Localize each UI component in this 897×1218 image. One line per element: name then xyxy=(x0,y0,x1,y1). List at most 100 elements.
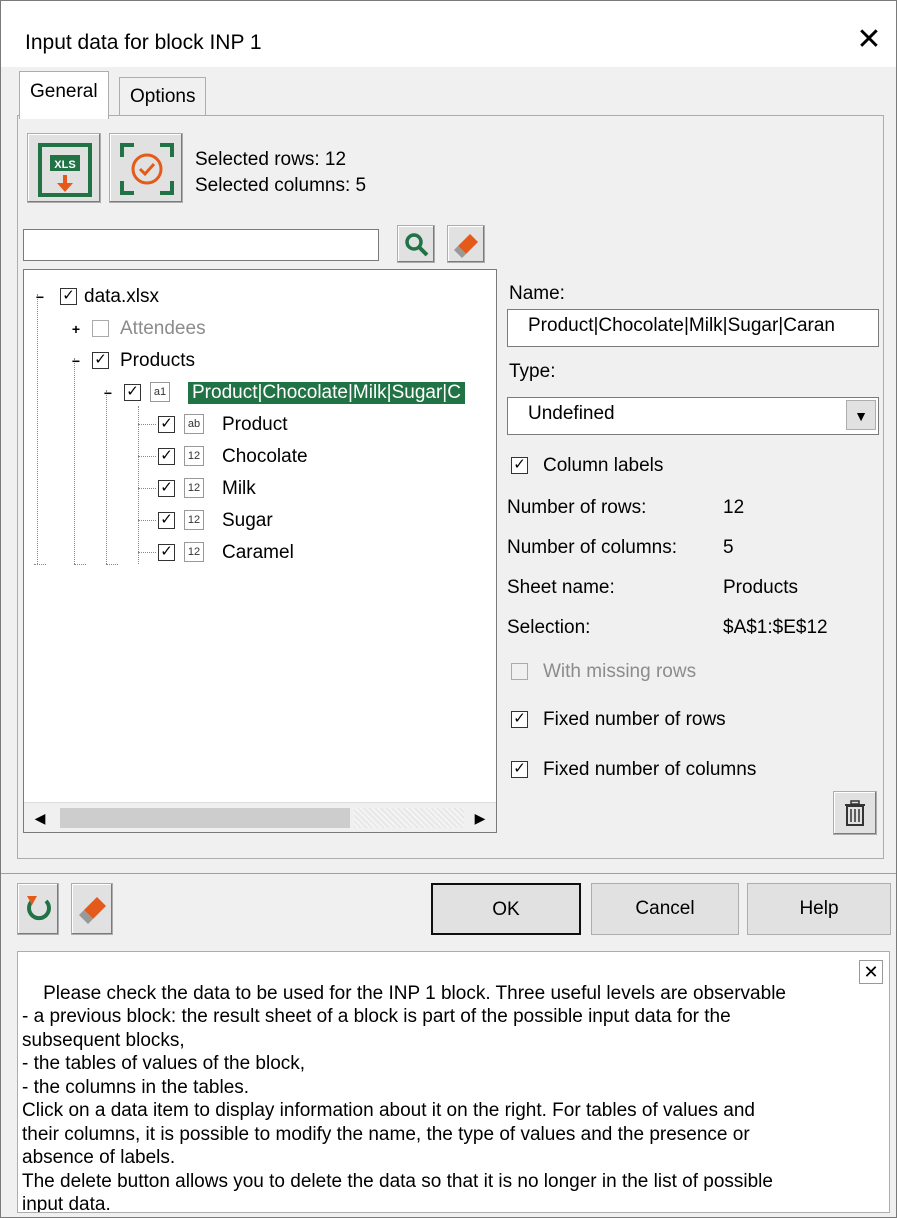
clear-search-button[interactable] xyxy=(447,225,485,263)
chevron-down-icon[interactable]: ▼ xyxy=(846,400,876,430)
numeric-type-icon: 12 xyxy=(184,510,204,530)
tree-item-label: Milk xyxy=(222,478,256,499)
tree-item-label: data.xlsx xyxy=(84,286,159,307)
numeric-type-icon: 12 xyxy=(184,542,204,562)
type-selected-value: Undefined xyxy=(528,403,615,424)
root-checkbox[interactable]: ✓ xyxy=(60,288,77,305)
eraser-icon xyxy=(454,234,478,258)
sheet-name-label: Sheet name: xyxy=(507,577,615,598)
selection-label: Selection: xyxy=(507,617,591,638)
column-checkbox[interactable]: ✓ xyxy=(158,416,175,433)
name-input[interactable]: Product|Chocolate|Milk|Sugar|Caran xyxy=(507,309,879,347)
columns-label: Number of columns: xyxy=(507,537,678,558)
tree-item-table[interactable]: − ✓ a1 Product|Chocolate|Milk|Sugar|C xyxy=(24,380,494,410)
scrollbar-track[interactable] xyxy=(354,808,464,828)
eraser-icon xyxy=(79,897,106,924)
tree-item-label: Attendees xyxy=(120,318,206,339)
attendees-checkbox[interactable] xyxy=(92,320,109,337)
column-checkbox[interactable]: ✓ xyxy=(158,448,175,465)
import-excel-button[interactable]: XLS xyxy=(27,133,101,203)
text-type-icon: ab xyxy=(184,414,204,434)
tree-item-column[interactable]: ✓ 12 Caramel xyxy=(24,540,494,570)
tree-guide xyxy=(138,456,156,457)
collapse-icon[interactable]: − xyxy=(102,386,114,400)
refresh-icon xyxy=(27,896,51,921)
tab-options[interactable]: Options xyxy=(119,77,207,115)
fixed-rows-text: Fixed number of rows xyxy=(543,709,726,730)
selected-rows-text: Selected rows: 12 xyxy=(195,149,347,170)
search-icon xyxy=(405,233,429,257)
close-icon[interactable]: ✕ xyxy=(852,23,886,57)
collapse-icon[interactable]: − xyxy=(34,290,46,304)
select-data-button[interactable] xyxy=(109,133,183,203)
tree-guide xyxy=(138,488,156,489)
search-button[interactable] xyxy=(397,225,435,263)
title-bar: Input data for block INP 1 ✕ xyxy=(1,1,896,67)
column-checkbox[interactable]: ✓ xyxy=(158,480,175,497)
tree-item-label: Products xyxy=(120,350,195,371)
tree-guide xyxy=(138,552,156,553)
type-select[interactable]: Undefined ▼ xyxy=(507,397,879,435)
numeric-type-icon: 12 xyxy=(184,446,204,466)
data-tree[interactable]: − ✓ data.xlsx + Attendees − ✓ Products −… xyxy=(23,269,497,833)
missing-rows-checkbox[interactable] xyxy=(511,663,528,680)
excel-import-icon: XLS xyxy=(38,143,92,197)
trash-icon xyxy=(845,800,865,826)
reset-button[interactable] xyxy=(17,883,59,935)
type-label: Type: xyxy=(509,361,556,382)
fixed-columns-checkbox[interactable]: ✓ xyxy=(511,761,528,778)
tree-item-column[interactable]: ✓ 12 Chocolate xyxy=(24,444,494,474)
svg-text:XLS: XLS xyxy=(54,159,75,171)
tree-item-column[interactable]: ✓ 12 Sugar xyxy=(24,508,494,538)
delete-button[interactable] xyxy=(833,791,877,835)
search-input[interactable] xyxy=(23,229,379,261)
column-labels-text: Column labels xyxy=(543,455,664,476)
tree-item-column[interactable]: ✓ 12 Milk xyxy=(24,476,494,506)
numeric-type-icon: 12 xyxy=(184,478,204,498)
expand-icon[interactable]: + xyxy=(70,322,82,336)
tree-item-label: Caramel xyxy=(222,542,294,563)
column-labels-checkbox[interactable]: ✓ xyxy=(511,457,528,474)
tree-item-attendees[interactable]: + Attendees xyxy=(24,316,494,346)
tree-item-label: Chocolate xyxy=(222,446,308,467)
target-check-icon xyxy=(120,143,174,195)
missing-rows-text: With missing rows xyxy=(543,661,697,682)
window-title: Input data for block INP 1 xyxy=(25,31,262,54)
columns-value: 5 xyxy=(723,537,734,558)
tab-general[interactable]: General xyxy=(19,71,109,119)
selected-columns-text: Selected columns: 5 xyxy=(195,175,367,196)
help-text: Please check the data to be used for the… xyxy=(22,982,786,1213)
separator xyxy=(1,873,896,874)
tree-guide xyxy=(138,424,156,425)
cancel-button[interactable]: Cancel xyxy=(591,883,739,935)
tree-item-root[interactable]: − ✓ data.xlsx xyxy=(24,284,494,314)
column-checkbox[interactable]: ✓ xyxy=(158,544,175,561)
help-button[interactable]: Help xyxy=(747,883,891,935)
help-text-panel: Please check the data to be used for the… xyxy=(17,951,890,1213)
dialog-window: Input data for block INP 1 ✕ General Opt… xyxy=(0,0,897,1218)
table-checkbox[interactable]: ✓ xyxy=(124,384,141,401)
ok-button[interactable]: OK xyxy=(431,883,581,935)
tree-guide xyxy=(138,520,156,521)
horizontal-scrollbar[interactable]: ◀ ▶ xyxy=(24,802,496,832)
column-checkbox[interactable]: ✓ xyxy=(158,512,175,529)
fixed-columns-text: Fixed number of columns xyxy=(543,759,757,780)
scroll-right-icon[interactable]: ▶ xyxy=(468,806,492,830)
name-label: Name: xyxy=(509,283,565,304)
tree-item-products[interactable]: − ✓ Products xyxy=(24,348,494,378)
close-help-icon[interactable]: ✕ xyxy=(859,960,883,984)
rows-value: 12 xyxy=(723,497,745,518)
collapse-icon[interactable]: − xyxy=(70,354,82,368)
scroll-left-icon[interactable]: ◀ xyxy=(28,806,52,830)
products-checkbox[interactable]: ✓ xyxy=(92,352,109,369)
selection-summary: Selected rows: 12 Selected columns: 5 xyxy=(195,147,366,199)
tree-item-label: Product xyxy=(222,414,288,435)
tree-item-column[interactable]: ✓ ab Product xyxy=(24,412,494,442)
selection-value: $A$1:$E$12 xyxy=(723,617,828,638)
tree-item-label: Product|Chocolate|Milk|Sugar|C xyxy=(188,382,465,404)
rows-label: Number of rows: xyxy=(507,497,647,518)
scrollbar-thumb[interactable] xyxy=(60,808,350,828)
clear-all-button[interactable] xyxy=(71,883,113,935)
sheet-name-value: Products xyxy=(723,577,798,598)
fixed-rows-checkbox[interactable]: ✓ xyxy=(511,711,528,728)
